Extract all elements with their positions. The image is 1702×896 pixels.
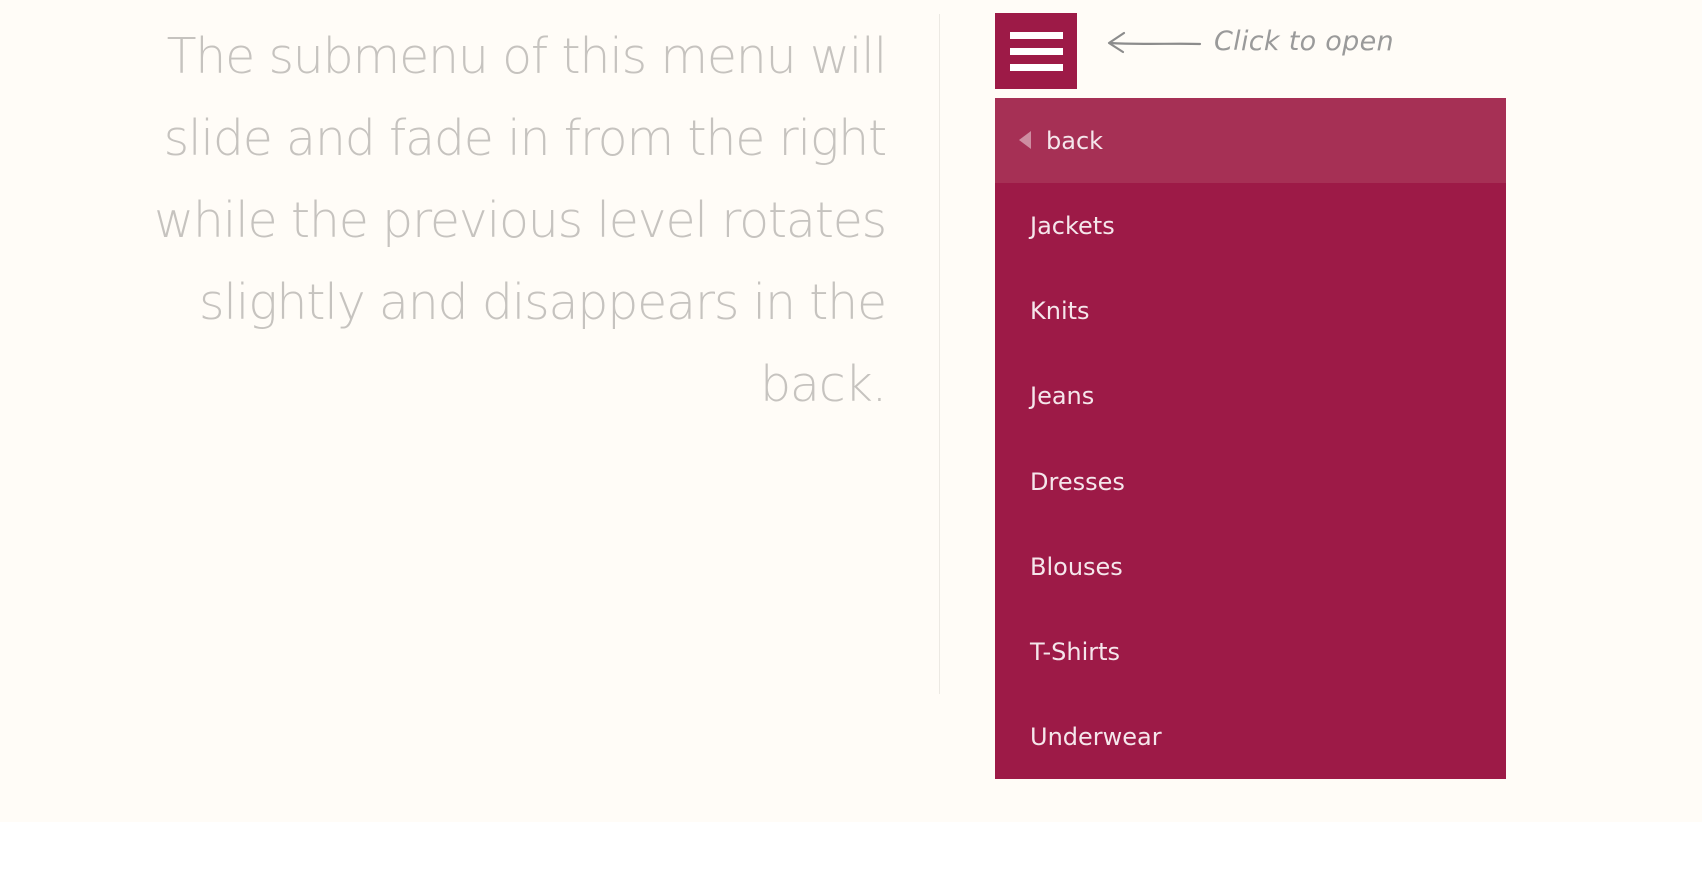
arrow-left-icon: [1107, 31, 1202, 54]
menu-item-blouses[interactable]: Blouses: [995, 524, 1506, 609]
triangle-left-icon: [1019, 131, 1031, 149]
menu-item-t-shirts[interactable]: T-Shirts: [995, 609, 1506, 694]
menu-item-label: Underwear: [1030, 723, 1162, 752]
hint-label: Click to open: [1214, 26, 1394, 57]
intro-description: The submenu of this menu will slide and …: [153, 28, 887, 413]
menu-back-label: back: [1046, 127, 1104, 155]
menu-item-underwear[interactable]: Underwear: [995, 694, 1506, 779]
menu-item-label: Jeans: [1030, 382, 1095, 411]
menu-back-button[interactable]: back: [995, 98, 1506, 183]
menu-item-label: Dresses: [1030, 467, 1125, 496]
menu-item-jeans[interactable]: Jeans: [995, 353, 1506, 438]
menu-item-label: Jackets: [1030, 212, 1115, 240]
menu-item-dresses[interactable]: Dresses: [995, 439, 1506, 524]
menu-item-label: Knits: [1030, 297, 1090, 326]
menu-item-label: Blouses: [1030, 552, 1123, 581]
menu-item-knits[interactable]: Knits: [995, 268, 1506, 353]
menu-item-label: T-Shirts: [1030, 637, 1121, 666]
menu-item-jackets[interactable]: Jackets: [995, 183, 1506, 268]
slide-menu: back Jackets Knits Jeans Dresses Blouses…: [995, 98, 1506, 779]
menu-trigger-button[interactable]: [995, 13, 1077, 89]
vertical-divider: [939, 14, 940, 694]
page-stage: The submenu of this menu will slide and …: [0, 0, 1702, 822]
